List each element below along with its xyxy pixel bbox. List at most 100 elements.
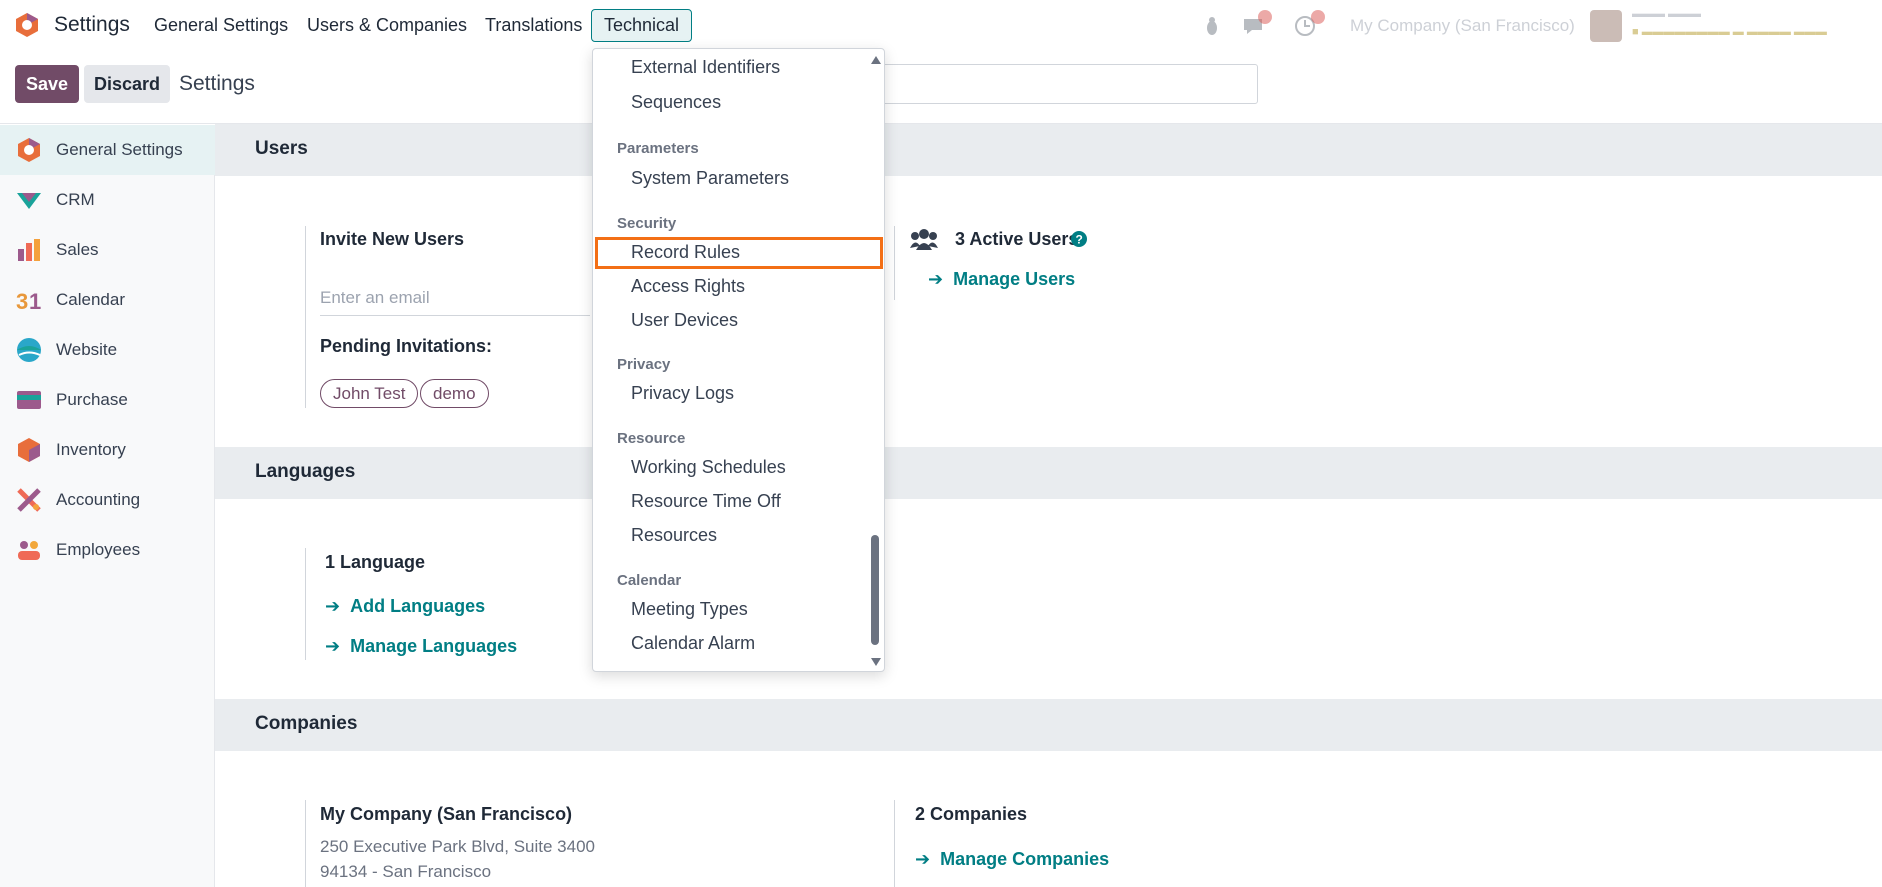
- sidebar-item-label: Sales: [56, 240, 99, 259]
- sidebar-item-purchase[interactable]: Purchase: [0, 375, 215, 425]
- divider: [305, 226, 306, 408]
- company-count: 2 Companies: [915, 804, 1028, 824]
- sidebar-item-sales[interactable]: Sales: [0, 225, 215, 275]
- add-languages-label: Add Languages: [350, 596, 486, 616]
- calendar-icon: 3 1: [16, 289, 41, 313]
- sidebar-item-general-settings[interactable]: General Settings: [0, 125, 215, 175]
- section-header-users: Users: [215, 124, 1882, 176]
- menu-item-sequences[interactable]: Sequences: [631, 92, 721, 113]
- odoo-settings-logo-icon[interactable]: [14, 12, 40, 38]
- sales-icon: [18, 239, 40, 261]
- menu-technical[interactable]: Technical: [591, 9, 693, 42]
- manage-users-label: Manage Users: [953, 269, 1076, 289]
- user-avatar[interactable]: [1590, 10, 1622, 42]
- scroll-down-arrow-icon[interactable]: [870, 657, 882, 667]
- crm-icon: [17, 193, 41, 209]
- divider: [894, 226, 895, 300]
- company-address-line2: 94134 - San Francisco: [320, 862, 492, 881]
- add-languages-link[interactable]: ➔ Add Languages: [325, 596, 485, 617]
- menu-group-parameters: Parameters: [617, 140, 699, 157]
- dropdown-scroll-thumb[interactable]: [871, 535, 879, 645]
- menu-item-access-rights[interactable]: Access Rights: [631, 276, 745, 297]
- accounting-icon: [17, 488, 41, 512]
- bug-icon[interactable]: [1203, 15, 1221, 37]
- user-db-blurred[interactable]: ■ ▬▬▬▬▬▬▬▬ ▬ ▬▬▬▬ ▬▬▬: [1632, 26, 1827, 38]
- manage-languages-label: Manage Languages: [350, 636, 518, 656]
- invite-email-field[interactable]: Enter an email: [320, 286, 590, 316]
- sidebar-item-label: Website: [56, 340, 118, 359]
- divider: [894, 800, 895, 887]
- manage-users-link[interactable]: ➔ Manage Users: [928, 269, 1075, 290]
- settings-sidebar: General Settings CRM Sales 3 1 Calendar …: [0, 125, 215, 887]
- divider: [305, 548, 306, 660]
- menu-group-security: Security: [617, 215, 677, 232]
- website-icon: [17, 338, 41, 362]
- invite-users-title: Invite New Users: [320, 229, 465, 249]
- svg-text:1: 1: [29, 289, 41, 313]
- sidebar-item-label: Accounting: [56, 490, 141, 509]
- menu-group-privacy: Privacy: [617, 356, 671, 373]
- purchase-icon: [17, 391, 41, 409]
- manage-languages-link[interactable]: ➔ Manage Languages: [325, 636, 517, 657]
- activity-badge: [1311, 10, 1325, 24]
- page-title: Settings: [179, 72, 255, 95]
- sidebar-item-label: General Settings: [56, 140, 183, 159]
- menu-item-system-parameters[interactable]: System Parameters: [631, 168, 789, 189]
- menu-item-working-schedules[interactable]: Working Schedules: [631, 457, 786, 478]
- sidebar-item-label: Employees: [56, 540, 141, 559]
- svg-text:?: ?: [1076, 233, 1083, 247]
- employees-icon: [18, 541, 40, 560]
- pending-invitation-badge[interactable]: John Test: [320, 379, 419, 408]
- section-header-languages: Languages: [215, 447, 1882, 499]
- menu-translations[interactable]: Translations: [485, 15, 582, 36]
- sidebar-item-accounting[interactable]: Accounting: [0, 475, 215, 525]
- section-header-companies: Companies: [215, 699, 1882, 751]
- divider: [305, 800, 306, 887]
- sidebar-item-label: Inventory: [56, 440, 126, 459]
- settings-search-input[interactable]: [870, 64, 1258, 104]
- top-navbar: Settings General Settings Users & Compan…: [0, 0, 1882, 50]
- menu-item-external-identifiers[interactable]: External Identifiers: [631, 57, 780, 78]
- company-name: My Company (San Francisco): [320, 804, 573, 824]
- help-icon[interactable]: ?: [1071, 231, 1087, 247]
- menu-item-privacy-logs[interactable]: Privacy Logs: [631, 383, 734, 404]
- svg-text:3: 3: [16, 289, 28, 313]
- sidebar-item-calendar[interactable]: 3 1 Calendar: [0, 275, 215, 325]
- sidebar-item-label: Calendar: [56, 290, 125, 309]
- inventory-icon: [18, 438, 40, 462]
- menu-users-companies[interactable]: Users & Companies: [307, 15, 467, 36]
- menu-item-record-rules[interactable]: Record Rules: [631, 242, 740, 263]
- control-panel: Save Discard Settings: [0, 50, 1882, 124]
- sidebar-item-crm[interactable]: CRM: [0, 175, 215, 225]
- manage-companies-link[interactable]: ➔ Manage Companies: [915, 849, 1109, 870]
- menu-group-resource: Resource: [617, 430, 686, 447]
- pending-invitations-title: Pending Invitations:: [320, 336, 493, 356]
- pending-invitation-badge[interactable]: demo: [420, 379, 489, 408]
- email-placeholder: Enter an email: [320, 288, 430, 307]
- app-name[interactable]: Settings: [54, 13, 130, 37]
- sidebar-item-employees[interactable]: Employees: [0, 525, 215, 575]
- sidebar-item-inventory[interactable]: Inventory: [0, 425, 215, 475]
- active-users-count: 3 Active Users: [955, 229, 1079, 249]
- manage-companies-label: Manage Companies: [940, 849, 1110, 869]
- menu-item-user-devices[interactable]: User Devices: [631, 310, 738, 331]
- menu-item-meeting-types[interactable]: Meeting Types: [631, 599, 748, 620]
- menu-group-calendar: Calendar: [617, 572, 682, 589]
- save-button[interactable]: Save: [15, 65, 79, 103]
- company-switcher[interactable]: My Company (San Francisco): [1350, 16, 1575, 36]
- users-group-icon: [910, 229, 938, 250]
- menu-item-resources[interactable]: Resources: [631, 525, 717, 546]
- menu-item-resource-time-off[interactable]: Resource Time Off: [631, 491, 781, 512]
- scroll-up-arrow-icon[interactable]: [870, 55, 882, 65]
- chat-badge: [1258, 10, 1272, 24]
- settings-hex-icon: [18, 138, 40, 162]
- menu-general-settings[interactable]: General Settings: [154, 15, 288, 36]
- sidebar-item-label: Purchase: [56, 390, 128, 409]
- discard-button[interactable]: Discard: [84, 65, 170, 103]
- technical-dropdown-menu: External Identifiers Sequences Parameter…: [592, 48, 885, 672]
- menu-item-calendar-alarm[interactable]: Calendar Alarm: [631, 633, 755, 654]
- sidebar-item-label: CRM: [56, 190, 95, 209]
- user-name-blurred[interactable]: ▬▬▬ ▬▬▬: [1632, 8, 1701, 20]
- language-count: 1 Language: [325, 552, 426, 572]
- sidebar-item-website[interactable]: Website: [0, 325, 215, 375]
